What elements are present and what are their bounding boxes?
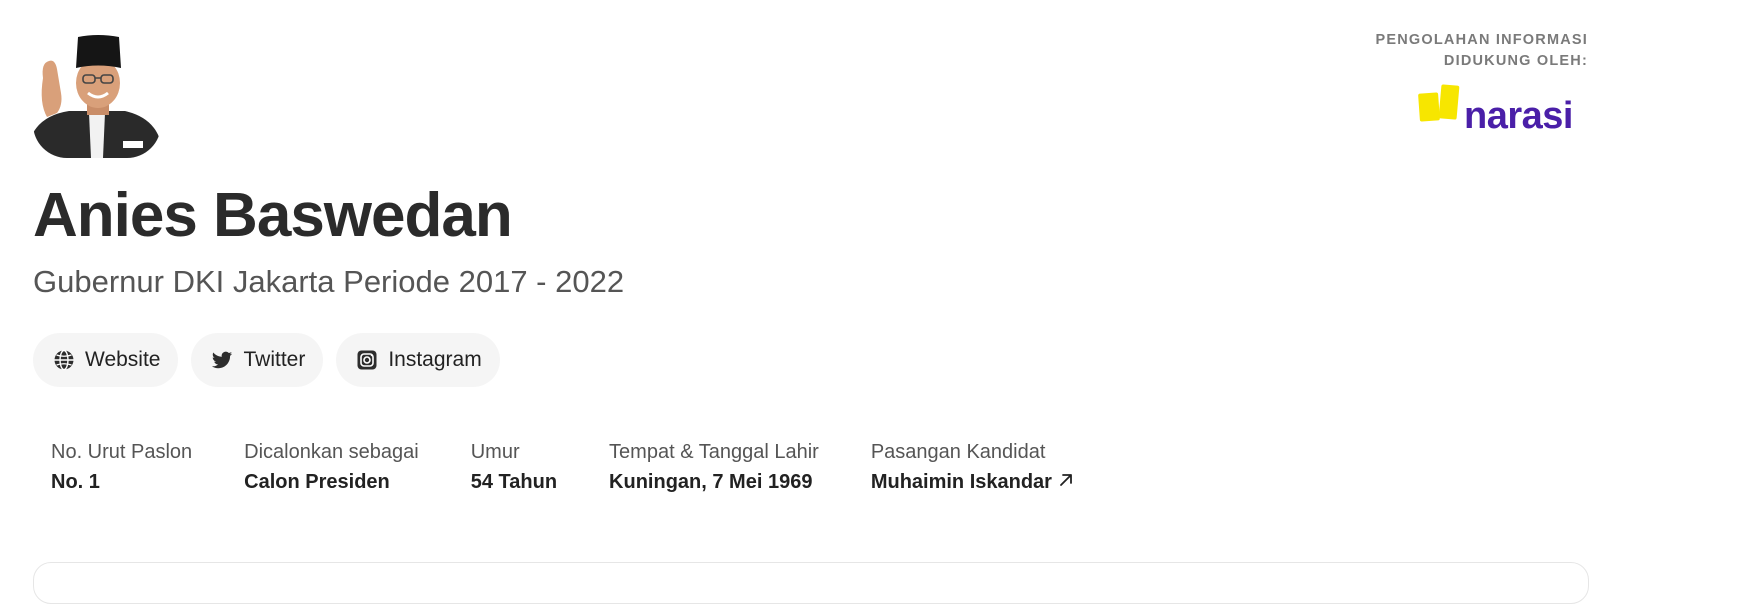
fact-running-mate: Pasangan Kandidat Muhaimin Iskandar	[871, 439, 1074, 495]
fact-label: Pasangan Kandidat	[870, 441, 1046, 463]
fact-nominated-as: Dicalonkan sebagai Calon Presiden	[244, 439, 419, 495]
sponsor-credit: PENGOLAHAN INFORMASI DIDUKUNG OLEH:	[1376, 30, 1589, 72]
running-mate-name: Muhaimin Iskandar	[870, 471, 1052, 493]
candidate-name: Anies Baswedan	[33, 181, 513, 250]
fact-label: Tempat & Tanggal Lahir	[609, 441, 819, 463]
website-link[interactable]: Website	[33, 333, 179, 387]
website-link-label: Website	[85, 348, 161, 371]
running-mate-link[interactable]: Muhaimin Iskandar	[871, 469, 1074, 495]
instagram-link-label: Instagram	[388, 348, 482, 371]
sponsor-line-1: PENGOLAHAN INFORMASI	[1375, 32, 1588, 48]
twitter-icon	[211, 349, 233, 371]
fact-value: Kuningan, 7 Mei 1969	[609, 471, 813, 493]
fact-value: Calon Presiden	[244, 471, 390, 493]
fact-value: 54 Tahun	[470, 471, 558, 493]
instagram-link[interactable]: Instagram	[336, 333, 500, 387]
fact-label: No. Urut Paslon	[51, 441, 193, 463]
sponsor-line-2: DIDUKUNG OLEH:	[1443, 53, 1588, 69]
fact-age: Umur 54 Tahun	[471, 439, 557, 495]
fact-value: No. 1	[51, 471, 100, 493]
instagram-icon	[356, 349, 378, 371]
candidate-position: Gubernur DKI Jakarta Periode 2017 - 2022	[33, 264, 625, 299]
candidate-photo	[33, 33, 161, 158]
candidate-portrait-image	[33, 33, 161, 158]
content-card	[33, 562, 1589, 604]
fact-label: Dicalonkan sebagai	[244, 441, 419, 463]
narasi-logo-mark: narasi	[1418, 84, 1573, 137]
twitter-link-label: Twitter	[243, 348, 306, 371]
fact-label: Umur	[470, 441, 520, 463]
svg-text:narasi: narasi	[1464, 95, 1573, 135]
narasi-logo[interactable]: narasi	[1418, 83, 1588, 137]
arrow-up-right-icon	[1058, 469, 1074, 495]
fact-ballot-number: No. Urut Paslon No. 1	[51, 439, 192, 495]
twitter-link[interactable]: Twitter	[191, 333, 324, 387]
social-links: Website Twitter Instagram	[33, 333, 500, 387]
globe-icon	[53, 349, 75, 371]
fact-birth: Tempat & Tanggal Lahir Kuningan, 7 Mei 1…	[609, 439, 819, 495]
candidate-facts: No. Urut Paslon No. 1 Dicalonkan sebagai…	[51, 439, 1126, 495]
